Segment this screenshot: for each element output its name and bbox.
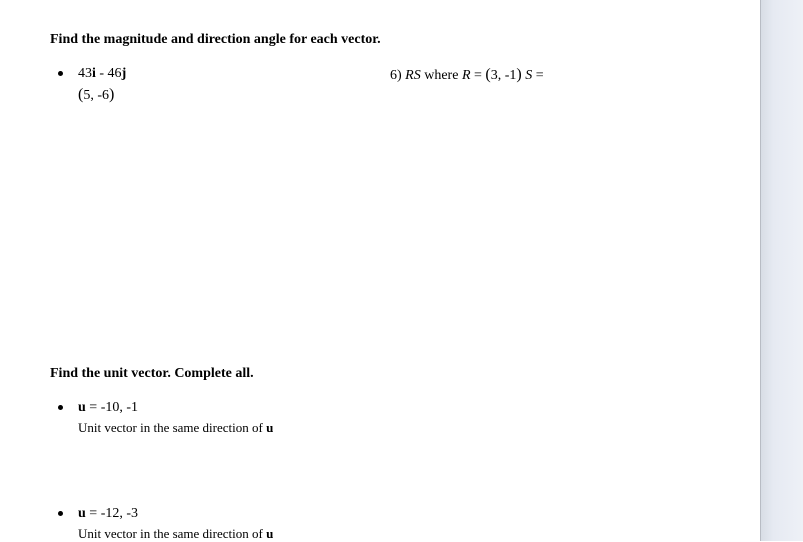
point-value: (5, -6) [78,86,390,104]
vector-def: u = -10, -1 [78,400,138,415]
problem-8: u = -12, -3 Unit vector in the same dire… [50,506,710,542]
section1-heading: Find the magnitude and direction angle f… [50,32,710,48]
paren-close: ) [516,66,521,83]
unit-j: j [122,66,127,81]
vec-u: u [78,400,86,415]
problem-6-text: 6) RS where R = (3, -1) S = [390,68,544,83]
eq: = [86,506,101,521]
eq2: = [532,68,543,83]
where: where [421,68,462,83]
vector-expression: 43i - 46j [78,66,126,81]
bullet-icon [58,71,63,76]
val: -10, -1 [101,400,138,415]
problem-7: u = -10, -1 Unit vector in the same dire… [50,400,710,436]
desc-text: Unit vector in the same direction of [78,526,266,541]
section2-heading: Find the unit vector. Complete all. [50,366,710,382]
document-page: Find the magnitude and direction angle f… [0,0,760,541]
problem-desc: Unit vector in the same direction of u [50,420,710,436]
vector-def: u = -12, -3 [78,506,138,521]
point-r: R [462,68,471,83]
list-item: 43i - 46j (5, -6) [50,66,390,104]
list-item: u = -12, -3 [50,506,710,522]
problem-row: 43i - 46j (5, -6) 6) RS where R = (3, -1… [50,66,710,110]
val: -12, -3 [101,506,138,521]
section2: Find the unit vector. Complete all. u = … [50,366,710,542]
desc-text: Unit vector in the same direction of [78,420,266,435]
problem-5: 43i - 46j (5, -6) [50,66,390,110]
r-coords: 3, -1 [491,68,517,83]
list-item: u = -10, -1 [50,400,710,416]
section1-body: 43i - 46j (5, -6) 6) RS where R = (3, -1… [50,66,710,366]
eq1: = [471,68,486,83]
coef1: 43 [78,66,92,81]
vec-rs: RS [405,68,421,83]
vec-u: u [78,506,86,521]
prob-num: 6) [390,68,405,83]
page-edge-shadow [760,0,803,541]
vec-u-ref: u [266,526,273,541]
paren-close: ) [109,86,114,103]
coords: 5, -6 [83,88,109,103]
problem-6: 6) RS where R = (3, -1) S = [390,66,710,84]
problem-desc: Unit vector in the same direction of u [50,526,710,542]
vec-u-ref: u [266,420,273,435]
bullet-icon [58,405,63,410]
eq: = [86,400,101,415]
mid: - 46 [96,66,122,81]
bullet-icon [58,511,63,516]
